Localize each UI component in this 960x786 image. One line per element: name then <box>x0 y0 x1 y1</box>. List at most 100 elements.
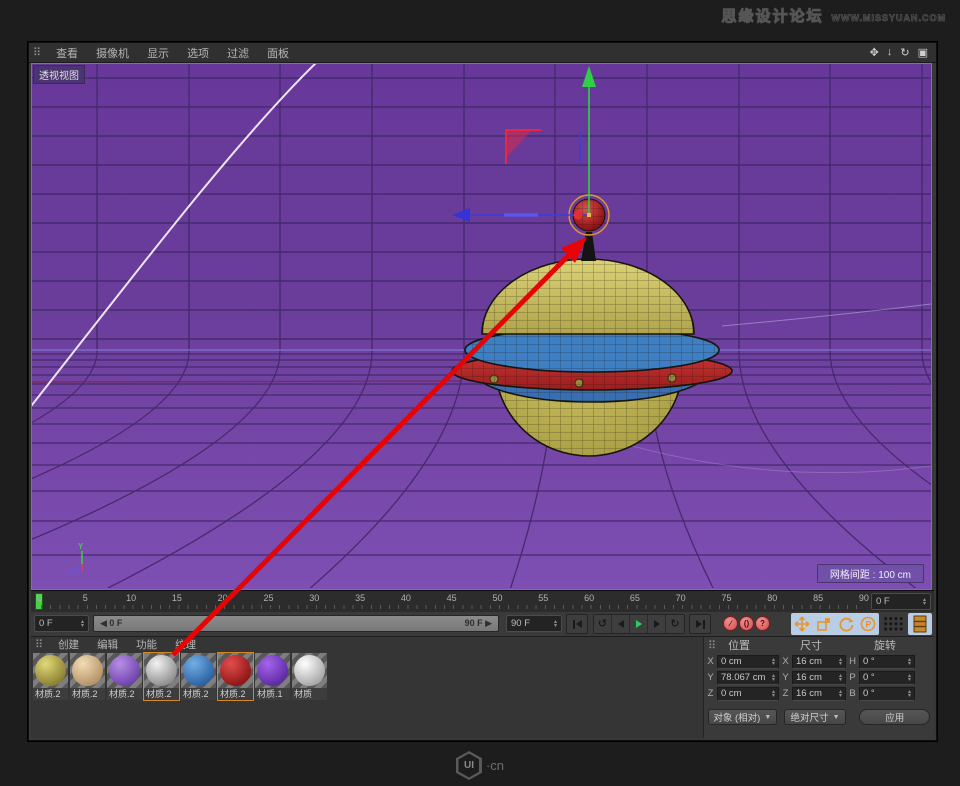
goto-start-button[interactable] <box>566 614 588 634</box>
materials-menu-0[interactable]: 创建 <box>49 637 88 652</box>
material-swatch-4[interactable]: 材质.2 <box>181 653 216 700</box>
tr-shape-icon <box>654 620 660 628</box>
materials-menu-2[interactable]: 功能 <box>127 637 166 652</box>
spinner-arrows-icon[interactable]: ▴▾ <box>772 690 775 698</box>
ruler-tick-0: 0 <box>37 593 42 603</box>
viewport-menu-4[interactable]: 过滤 <box>218 45 258 61</box>
position-input[interactable]: 0 cm ▴▾ <box>717 687 779 701</box>
material-swatch-3[interactable]: 材质.2 <box>144 653 179 700</box>
material-swatch-6[interactable]: 材质.1 <box>255 653 290 700</box>
record-keyframe-button[interactable]: ∕ <box>723 616 738 631</box>
drag-handle-icon[interactable]: ⠿ <box>704 639 718 652</box>
apply-button[interactable]: 应用 <box>859 709 930 725</box>
viewport-menu-1[interactable]: 摄像机 <box>87 45 138 61</box>
scale-tool-icon[interactable] <box>816 616 832 632</box>
spinner-arrows-icon[interactable]: ▴▾ <box>908 690 911 698</box>
size-input[interactable]: 16 cm▴▾ <box>792 671 846 685</box>
end-frame-spinner[interactable]: 90 F ▴▾ <box>506 615 562 632</box>
prev-frame-button[interactable] <box>612 615 630 633</box>
size-mode-button[interactable]: 绝对尺寸 ▼ <box>784 709 847 725</box>
materials-menu-1[interactable]: 编辑 <box>88 637 127 652</box>
spinner-arrows-icon[interactable]: ▴▾ <box>839 674 842 682</box>
ruler-tick-40: 40 <box>401 593 411 603</box>
materials-menu-3[interactable]: 纹理 <box>166 637 205 652</box>
coordinates-tool-icon[interactable]: P <box>860 616 876 632</box>
rotation-input[interactable]: 0 °▴▾ <box>859 655 915 669</box>
coordinates-panel: ⠿ 位置 尺寸 旋转 X0 cm▴▾X16 cm▴▾H0 °▴▾Y78.067 … <box>703 636 934 738</box>
rotation-input[interactable]: 0 °▴▾ <box>859 687 915 701</box>
material-swatch-2[interactable]: 材质.2 <box>107 653 142 700</box>
material-label: 材质.2 <box>181 688 216 700</box>
spinner-arrows-icon[interactable]: ▴▾ <box>908 674 911 682</box>
frame-range-slider[interactable]: ◀ 0 F 90 F ▶ <box>93 615 499 632</box>
spinner-arrows-icon[interactable]: ▴▾ <box>923 598 926 606</box>
axis-gizmo[interactable] <box>452 66 596 222</box>
viewport-menu-3[interactable]: 选项 <box>178 45 218 61</box>
maximize-view-icon[interactable]: ▣ <box>918 46 928 59</box>
rotate-tool-icon[interactable] <box>838 616 854 632</box>
move-tool-icon[interactable] <box>794 616 810 632</box>
ufo-antenna <box>581 232 596 261</box>
drag-handle-icon[interactable]: ⠿ <box>29 46 47 59</box>
size-input[interactable]: 16 cm▴▾ <box>792 687 846 701</box>
spinner-arrows-icon[interactable]: ▴▾ <box>554 620 557 628</box>
move-view-icon[interactable]: ✥ <box>870 46 879 59</box>
zoom-view-icon[interactable]: ↓ <box>887 46 893 59</box>
timeline-mode-icon[interactable] <box>908 613 932 635</box>
spinner-arrows-icon[interactable]: ▴▾ <box>772 658 775 666</box>
position-value: 0 cm <box>721 688 742 699</box>
position-input[interactable]: 78.067 cm▴▾ <box>717 671 779 685</box>
logo-suffix: ·cn <box>486 758 504 773</box>
logo-text: UI <box>458 754 479 778</box>
next-key-button[interactable]: ↻ <box>666 615 684 633</box>
material-label: 材质.2 <box>70 688 105 700</box>
size-input[interactable]: 16 cm▴▾ <box>792 655 846 669</box>
transport-bar: 0 F ▴▾ ◀ 0 F 90 F ▶ 90 F ▴▾ ↺ ↻ ∕()? <box>31 612 934 636</box>
materials-list: 材质.2材质.2材质.2材质.2材质.2材质.2材质.1材质 <box>33 653 327 700</box>
svg-text:Y: Y <box>78 542 84 551</box>
current-frame-spinner[interactable]: 0 F ▴▾ <box>34 615 89 632</box>
material-swatch-7[interactable]: 材质 <box>292 653 327 700</box>
ruler-tick-20: 20 <box>218 593 228 603</box>
material-swatch-1[interactable]: 材质.2 <box>70 653 105 700</box>
spinner-arrows-icon[interactable]: ▴▾ <box>839 690 842 698</box>
material-swatch-0[interactable]: 材质.2 <box>33 653 68 700</box>
next-frame-button[interactable] <box>648 615 666 633</box>
viewport-menu-2[interactable]: 显示 <box>138 45 178 61</box>
bar-shape-icon <box>703 620 705 629</box>
ruler-tick-75: 75 <box>721 593 731 603</box>
guide-curve-right <box>722 304 931 326</box>
material-sphere-icon <box>35 655 66 686</box>
keyframe-options-button[interactable]: ? <box>755 616 770 631</box>
size-axis-label: Y <box>781 672 790 683</box>
viewport-menu-0[interactable]: 查看 <box>47 45 87 61</box>
viewport-3d[interactable]: Y 透视视图 网格间距 : 100 cm <box>31 63 932 590</box>
range-start-label: ◀ 0 F <box>100 618 122 629</box>
play-triangle-icon <box>636 620 642 628</box>
spinner-arrows-icon[interactable]: ▴▾ <box>908 658 911 666</box>
materials-menus: 创建编辑功能纹理 <box>49 637 205 652</box>
ruler-tick-70: 70 <box>676 593 686 603</box>
svg-text:P: P <box>865 619 871 629</box>
material-swatch-5[interactable]: 材质.2 <box>218 653 253 700</box>
prev-key-button[interactable]: ↺ <box>594 615 612 633</box>
play-button[interactable] <box>630 615 648 633</box>
palette-dots-icon[interactable] <box>883 616 903 632</box>
timeline-ruler[interactable]: 051015202530354045505560657075808590 0 F… <box>31 590 934 612</box>
rotate-view-icon[interactable]: ↻ <box>900 46 909 59</box>
spinner-arrows-icon[interactable]: ▴▾ <box>81 620 84 628</box>
object-mode-button[interactable]: 对象 (相对) ▼ <box>708 709 777 725</box>
drag-handle-icon[interactable]: ⠿ <box>31 638 49 651</box>
rotation-input[interactable]: 0 °▴▾ <box>859 671 915 685</box>
spinner-arrows-icon[interactable]: ▴▾ <box>772 674 775 682</box>
current-frame-value: 0 F <box>39 618 53 629</box>
ruler-frame-field[interactable]: 0 F ▴▾ <box>871 593 931 610</box>
tl-shape-icon <box>618 620 624 628</box>
position-input[interactable]: 0 cm▴▾ <box>717 655 779 669</box>
viewport-menu-5[interactable]: 面板 <box>258 45 298 61</box>
ruler-frame-value: 0 F <box>876 596 890 607</box>
spinner-arrows-icon[interactable]: ▴▾ <box>839 658 842 666</box>
goto-end-button[interactable] <box>689 614 711 634</box>
viewport-label: 透视视图 <box>33 65 85 84</box>
auto-keyframe-button[interactable]: () <box>739 616 754 631</box>
